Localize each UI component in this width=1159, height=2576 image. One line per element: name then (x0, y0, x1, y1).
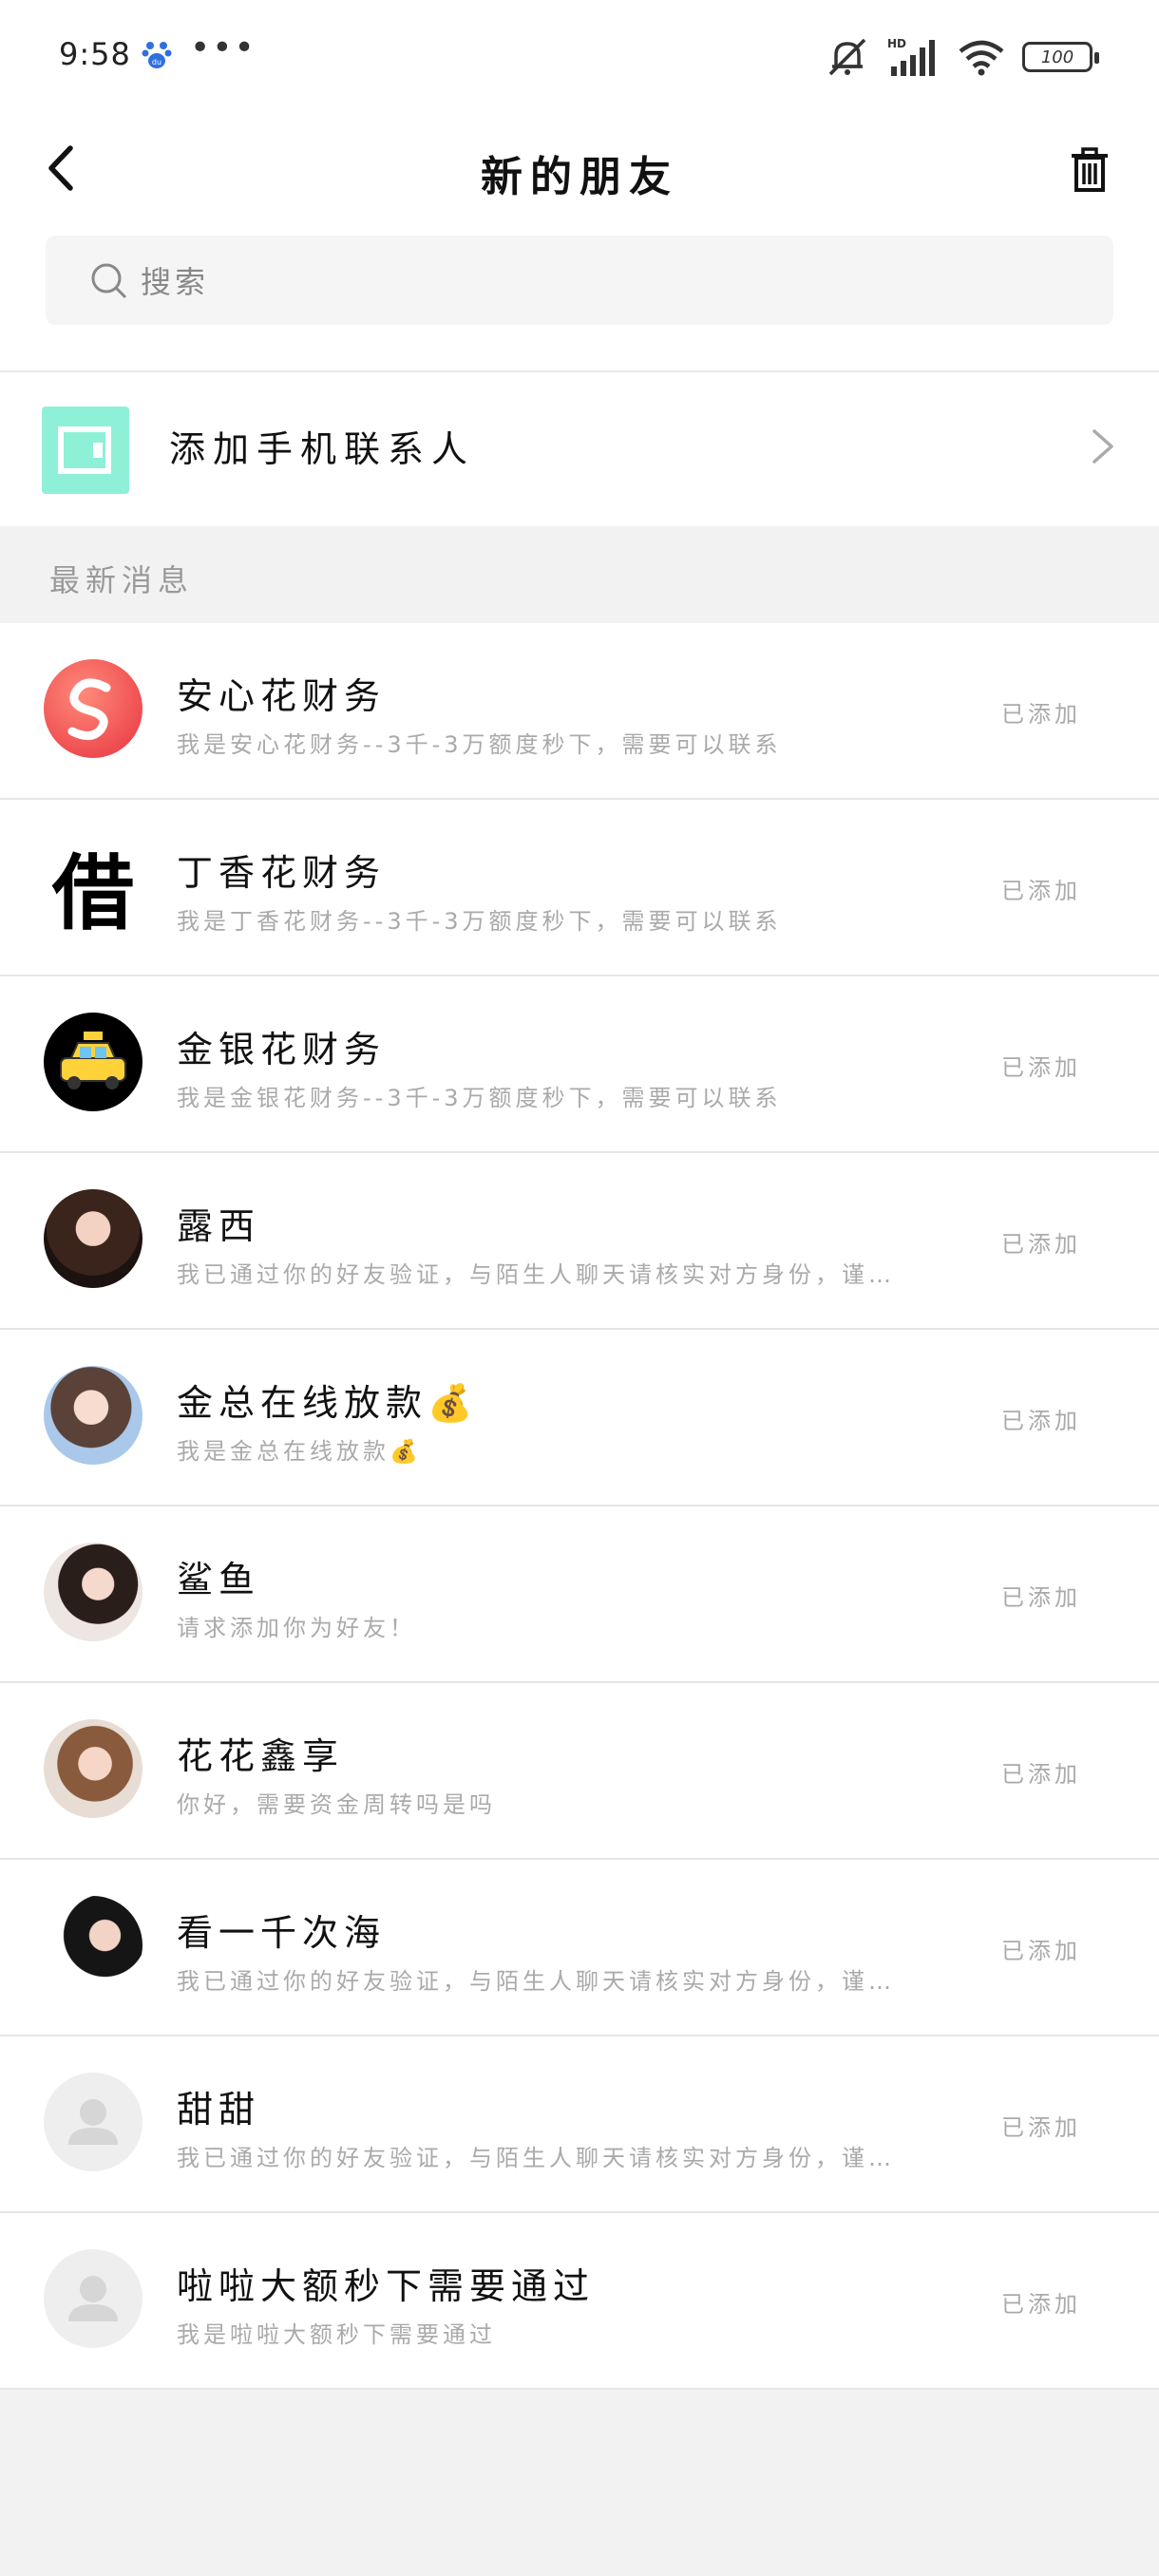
avatar-photo (44, 1896, 142, 1995)
avatar-photo (44, 1189, 142, 1288)
friend-name: 安心花财务 (177, 675, 387, 717)
friend-message: 我是啦啦大额秒下需要通过 (177, 2321, 496, 2348)
baidu-paw-icon: du (142, 42, 172, 68)
empty-area (0, 2390, 1159, 2576)
friend-message: 你好，需要资金周转吗是吗 (177, 1791, 496, 1818)
avatar (44, 659, 142, 758)
friend-name: 啦啦大额秒下需要通过 (177, 2265, 596, 2307)
friend-message: 我是安心花财务--3千-3万额度秒下，需要可以联系 (177, 731, 782, 758)
search-section: 搜索 (0, 218, 1159, 370)
list-item[interactable]: 露西 我已通过你的好友验证，与陌生人聊天请核实对方身份，谨… 已添加 (0, 1153, 1159, 1330)
added-status: 已添加 (1001, 1938, 1081, 1964)
signal-icon: HD (887, 37, 935, 76)
added-status: 已添加 (1001, 2114, 1081, 2141)
add-phone-contacts-row[interactable]: 添加手机联系人 (0, 372, 1159, 526)
added-status: 已添加 (1001, 1761, 1081, 1788)
mute-bell-icon (828, 38, 866, 76)
avatar-character: 借 (52, 844, 134, 936)
battery-icon: 100 (1022, 42, 1099, 72)
network-type-label: HD (887, 37, 906, 50)
avatar-photo (44, 1366, 142, 1465)
battery-level: 100 (1040, 47, 1074, 67)
avatar-photo (44, 1719, 142, 1818)
friend-name: 金银花财务 (177, 1029, 387, 1070)
taxi-icon (60, 1032, 126, 1089)
added-status: 已添加 (1001, 1408, 1081, 1434)
status-time: 9:58 (59, 36, 131, 72)
logo-s-icon (67, 678, 111, 740)
status-more-dots: ••• (190, 28, 256, 67)
section-header: 最新消息 (0, 526, 1159, 623)
list-item[interactable]: 啦啦大额秒下需要通过 我是啦啦大额秒下需要通过 已添加 (0, 2213, 1159, 2390)
friend-name: 花花鑫享 (177, 1735, 345, 1777)
friend-name: 甜甜 (177, 2089, 261, 2131)
added-status: 已添加 (1001, 1584, 1081, 1611)
friend-name: 鲨鱼 (177, 1559, 261, 1601)
added-status: 已添加 (1001, 701, 1081, 728)
list-item[interactable]: 花花鑫享 你好，需要资金周转吗是吗 已添加 (0, 1683, 1159, 1860)
friend-message: 我是金银花财务--3千-3万额度秒下，需要可以联系 (177, 1085, 782, 1111)
friend-message: 我已通过你的好友验证，与陌生人聊天请核实对方身份，谨… (177, 2145, 895, 2171)
avatar: 借 (44, 836, 142, 935)
added-status: 已添加 (1001, 878, 1081, 904)
avatar-photo (44, 1543, 142, 1641)
list-item[interactable]: 看一千次海 我已通过你的好友验证，与陌生人聊天请核实对方身份，谨… 已添加 (0, 1860, 1159, 2036)
friend-message: 请求添加你为好友！ (177, 1615, 416, 1641)
trash-icon[interactable] (1068, 146, 1112, 194)
added-status: 已添加 (1001, 1054, 1081, 1081)
avatar (44, 2073, 142, 2171)
list-item[interactable]: 甜甜 我已通过你的好友验证，与陌生人聊天请核实对方身份，谨… 已添加 (0, 2036, 1159, 2213)
nav-header: 新的朋友 (0, 114, 1159, 218)
friend-name: 金总在线放款💰 (177, 1382, 479, 1424)
friend-message: 我是金总在线放款💰 (177, 1438, 422, 1465)
phone-contacts-icon (42, 407, 129, 494)
friend-name: 丁香花财务 (177, 852, 387, 894)
friend-message: 我是丁香花财务--3千-3万额度秒下，需要可以联系 (177, 908, 782, 935)
search-placeholder: 搜索 (141, 264, 210, 300)
list-item[interactable]: 安心花财务 我是安心花财务--3千-3万额度秒下，需要可以联系 已添加 (0, 623, 1159, 800)
search-icon (91, 263, 127, 299)
contact-card-icon (58, 426, 111, 474)
added-status: 已添加 (1001, 1231, 1081, 1258)
section-label: 最新消息 (49, 562, 195, 598)
list-item[interactable]: 金总在线放款💰 我是金总在线放款💰 已添加 (0, 1330, 1159, 1506)
wifi-icon (959, 40, 1004, 76)
page-title: 新的朋友 (481, 153, 678, 201)
svg-text:du: du (152, 58, 162, 66)
list-item[interactable]: 鲨鱼 请求添加你为好友！ 已添加 (0, 1506, 1159, 1683)
avatar (44, 2249, 142, 2348)
status-bar: 9:58 du ••• HD 100 (0, 0, 1159, 114)
added-status: 已添加 (1001, 2291, 1081, 2318)
list-item[interactable]: 借 丁香花财务 我是丁香花财务--3千-3万额度秒下，需要可以联系 已添加 (0, 800, 1159, 976)
list-item[interactable]: 金银花财务 我是金银花财务--3千-3万额度秒下，需要可以联系 已添加 (0, 976, 1159, 1153)
friend-name: 露西 (177, 1205, 261, 1247)
chevron-right-icon (1092, 429, 1113, 464)
friend-request-list: 安心花财务 我是安心花财务--3千-3万额度秒下，需要可以联系 已添加 借 丁香… (0, 623, 1159, 2390)
add-contacts-label: 添加手机联系人 (169, 428, 476, 470)
friend-message: 我已通过你的好友验证，与陌生人聊天请核实对方身份，谨… (177, 1261, 895, 1288)
friend-message: 我已通过你的好友验证，与陌生人聊天请核实对方身份，谨… (177, 1968, 895, 1995)
search-input[interactable]: 搜索 (46, 236, 1113, 325)
default-user-icon (68, 2276, 118, 2321)
status-indicators: HD 100 (825, 34, 1099, 80)
default-user-icon (68, 2099, 118, 2145)
avatar (44, 1013, 142, 1111)
friend-name: 看一千次海 (177, 1912, 387, 1954)
